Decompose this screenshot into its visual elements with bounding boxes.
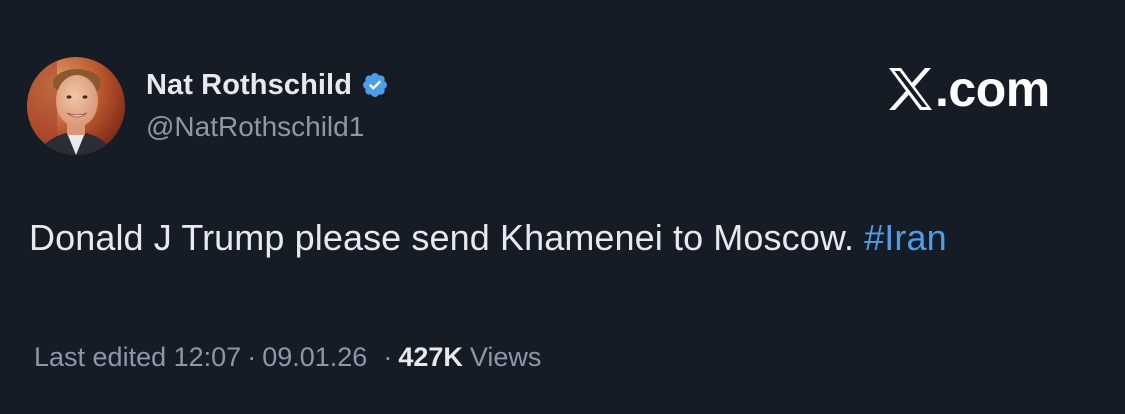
tweet-time[interactable]: 12:07	[174, 342, 242, 373]
tweet-card: Nat Rothschild @NatRothschild1 .com Dona…	[0, 0, 1125, 414]
hashtag-link[interactable]: #Iran	[864, 217, 947, 258]
meta-separator: ·	[383, 342, 393, 372]
author-display-name[interactable]: Nat Rothschild	[146, 69, 352, 102]
author-name-row: Nat Rothschild	[146, 65, 389, 105]
tweet-body: Donald J Trump please send Khamenei to M…	[29, 217, 865, 258]
edited-label[interactable]: Last edited	[34, 342, 166, 373]
tweet-date[interactable]: 09.01.26	[262, 342, 367, 373]
author-handle[interactable]: @NatRothschild1	[146, 111, 364, 143]
tweet-meta: Last edited 12:07 · 09.01.26 · 427K Views	[34, 342, 541, 373]
x-logo-icon	[887, 67, 933, 111]
x-com-brand: .com	[887, 63, 1050, 115]
verified-badge-icon	[361, 71, 389, 99]
views-label: Views	[469, 342, 542, 372]
avatar-image	[27, 57, 125, 155]
avatar[interactable]	[27, 57, 125, 155]
views-count[interactable]: 427K	[398, 342, 463, 373]
meta-separator: ·	[247, 342, 257, 372]
brand-domain-text: .com	[935, 61, 1050, 117]
tweet-text: Donald J Trump please send Khamenei to M…	[29, 217, 947, 259]
